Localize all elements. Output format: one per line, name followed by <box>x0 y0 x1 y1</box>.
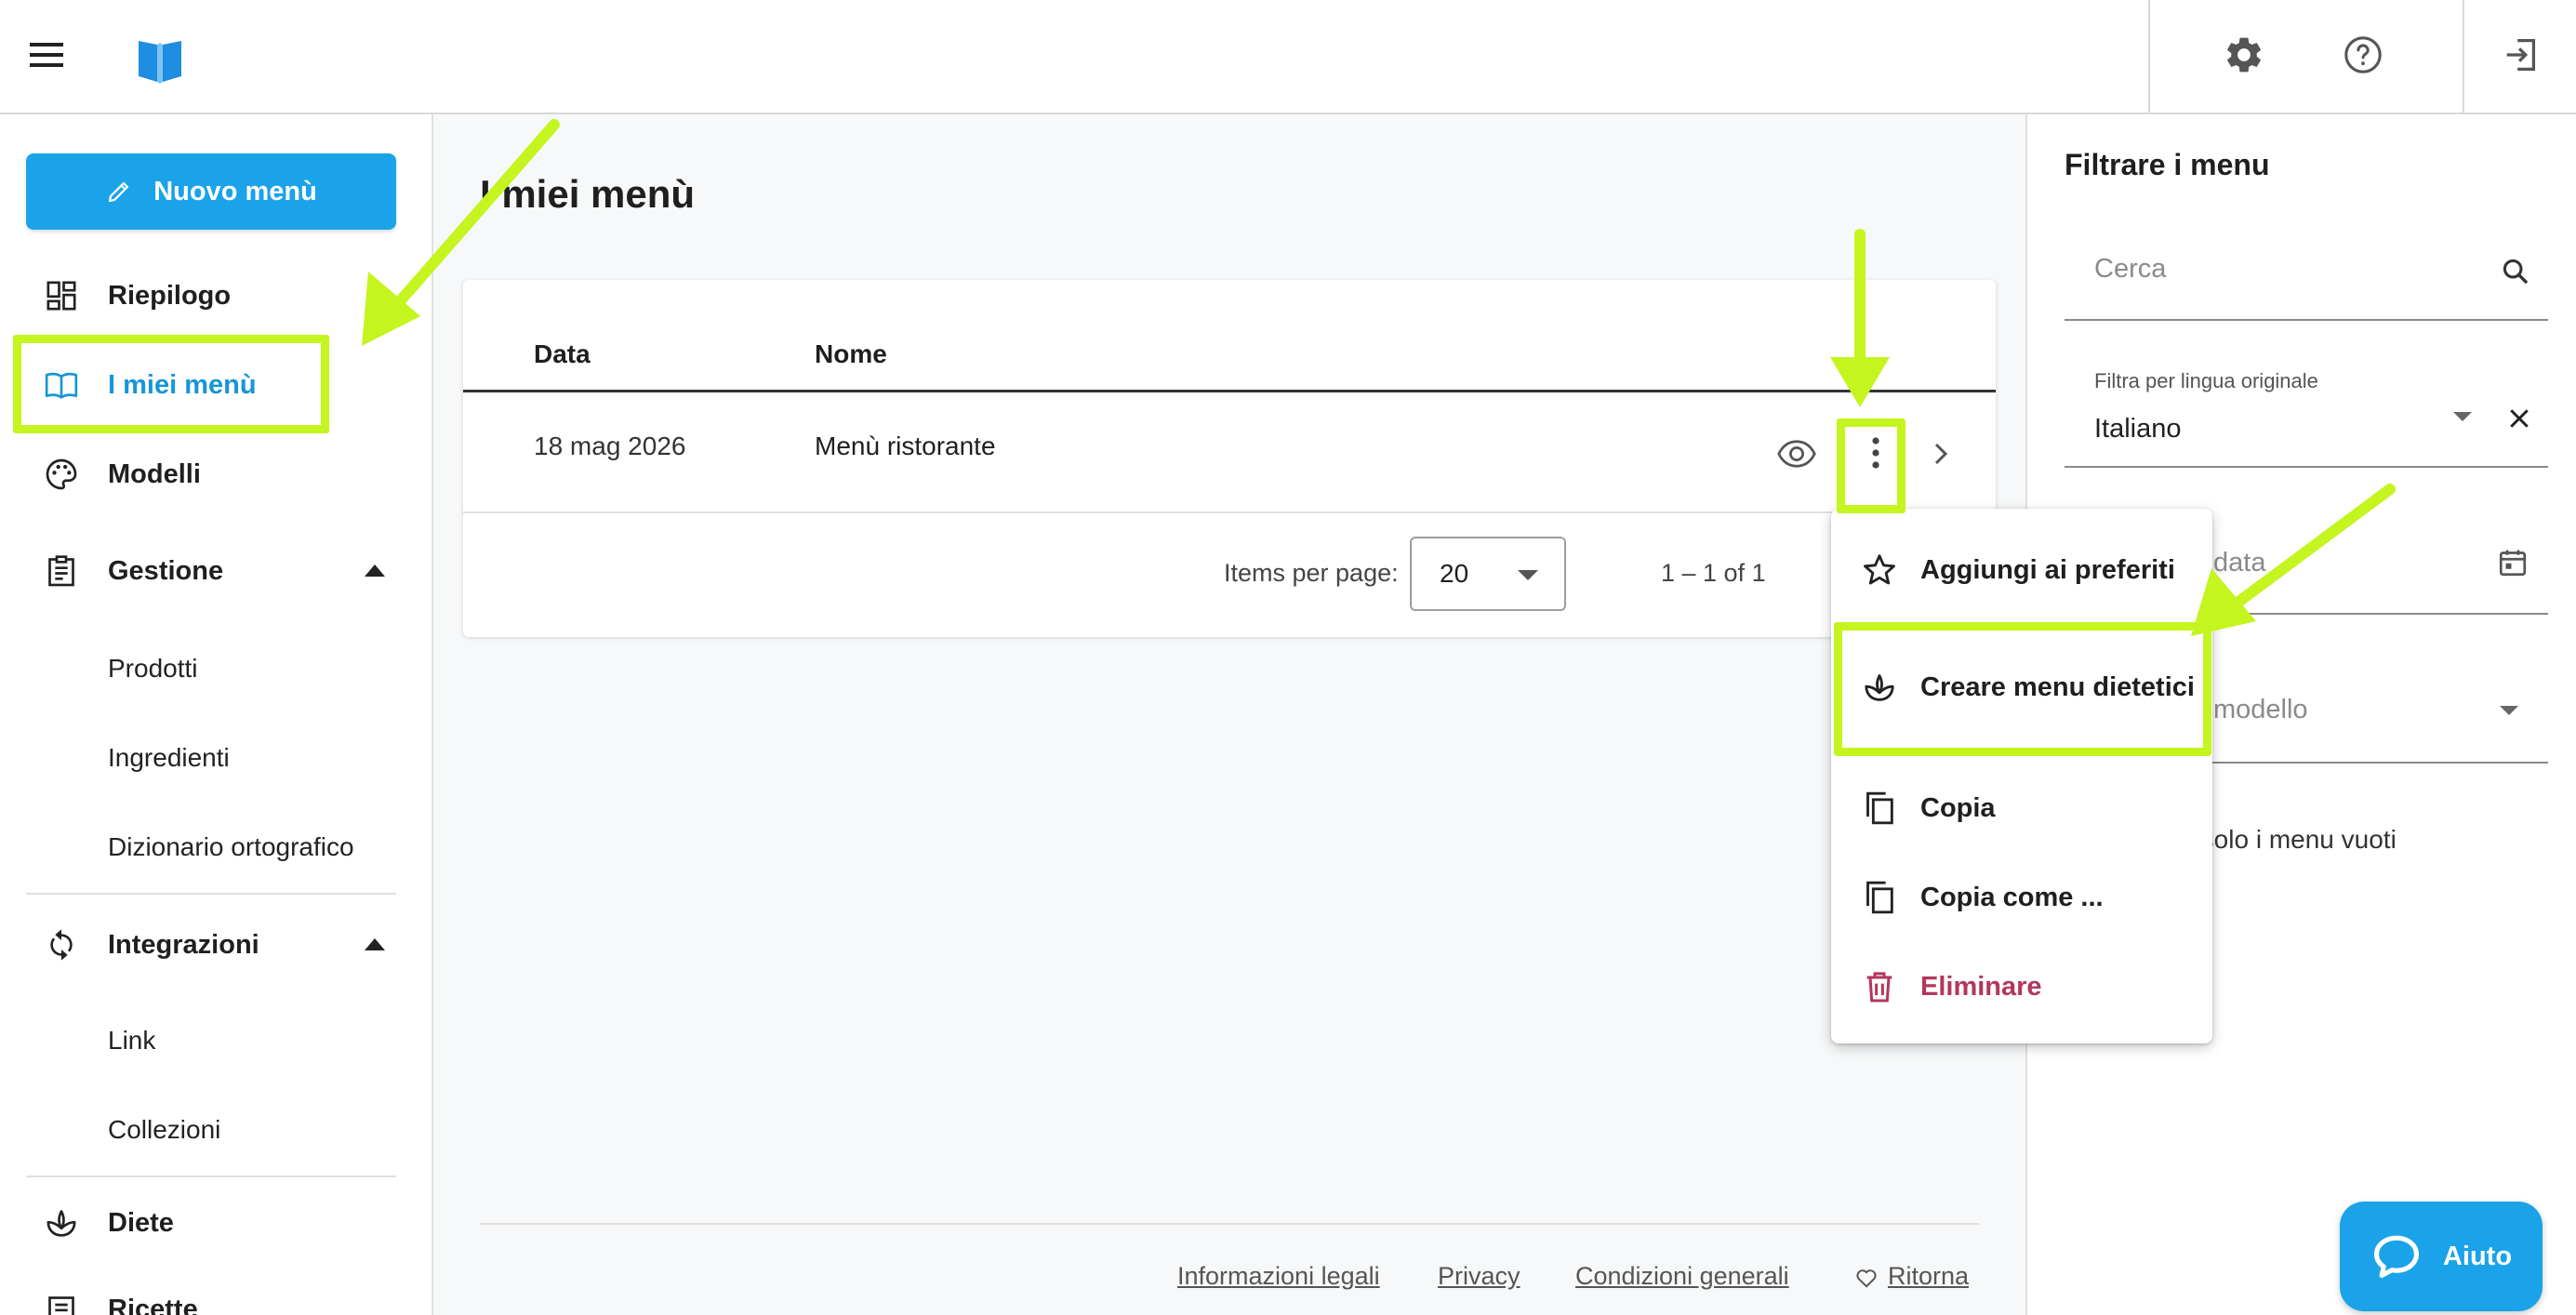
sidebar-item-label: Modelli <box>108 458 201 489</box>
copy-icon <box>1866 881 1893 914</box>
help-chat-button[interactable]: Aiuto <box>2340 1202 2543 1311</box>
page-title: I miei menù <box>480 172 696 216</box>
main-content: I miei menù Data Nome 18 mag 2026 Menù r… <box>433 114 2025 1315</box>
chat-bubble-icon <box>2373 1235 2419 1279</box>
sidebar-item-diete[interactable]: Diete <box>26 1190 407 1255</box>
chevron-right-icon[interactable] <box>1929 437 1953 471</box>
topbar-divider <box>2148 0 2150 114</box>
highlight-create-diet-menu <box>1834 622 2211 756</box>
search-input[interactable]: Cerca <box>2094 254 2166 285</box>
copy-icon <box>1866 791 1893 825</box>
book-logo-icon[interactable] <box>135 35 185 86</box>
footer-link-back[interactable]: Ritorna <box>1888 1262 1969 1291</box>
logout-icon[interactable] <box>2500 33 2543 76</box>
sidebar-item-label: Gestione <box>108 555 224 586</box>
language-filter-field[interactable]: Filtra per lingua originale Italiano <box>2065 356 2548 468</box>
footer-link-legal[interactable]: Informazioni legali <box>1177 1262 1380 1291</box>
pencil-icon <box>109 181 129 203</box>
sidebar-item-riepilogo[interactable]: Riepilogo <box>26 263 407 328</box>
new-menu-button[interactable]: Nuovo menù <box>26 153 396 230</box>
search-field[interactable]: Cerca <box>2065 217 2548 321</box>
sidebar-item-label: Integrazioni <box>108 929 259 960</box>
highlight-more-button <box>1837 418 1905 513</box>
new-menu-label: Nuovo menù <box>153 176 317 206</box>
language-filter-value: Italiano <box>2094 414 2182 444</box>
column-header-date[interactable]: Data <box>534 339 591 369</box>
sidebar-subitem-dizionario[interactable]: Dizionario ortografico <box>108 819 354 875</box>
gear-icon[interactable] <box>2223 33 2265 76</box>
help-button-label: Aiuto <box>2442 1241 2513 1271</box>
sidebar: Nuovo menù Riepilogo I miei menù Modelli… <box>0 114 433 1315</box>
sidebar-subitem-collezioni[interactable]: Collezioni <box>108 1102 220 1158</box>
dropdown-arrow-icon <box>1518 570 1538 580</box>
help-circle-icon[interactable] <box>2342 33 2384 76</box>
menu-item-label: Copia come ... <box>1920 882 2104 912</box>
highlight-my-menus <box>13 335 329 433</box>
row-name: Menù ristorante <box>815 432 996 460</box>
sidebar-subitem-link[interactable]: Link <box>108 1013 155 1069</box>
date-filter-input[interactable]: data <box>2213 548 2265 578</box>
menu-item-copy[interactable]: Copia <box>1831 764 2212 853</box>
eye-icon[interactable] <box>1776 433 1817 474</box>
caret-up-icon[interactable] <box>365 938 385 950</box>
page-range: 1 – 1 of 1 <box>1661 559 1766 587</box>
sidebar-divider <box>26 893 396 895</box>
menu-item-copy-as[interactable]: Copia come ... <box>1831 853 2212 942</box>
language-filter-label: Filtra per lingua originale <box>2094 369 2318 392</box>
sync-icon <box>50 929 73 961</box>
row-date: 18 mag 2026 <box>534 432 686 460</box>
top-bar <box>0 0 2576 114</box>
trash-icon <box>1866 972 1892 1003</box>
sidebar-subitem-prodotti[interactable]: Prodotti <box>108 641 198 697</box>
clipboard-icon <box>48 555 74 587</box>
footer-divider <box>480 1223 1979 1225</box>
sidebar-item-label: Ricette <box>108 1294 198 1315</box>
model-filter-input[interactable]: modello <box>2213 695 2308 725</box>
palette-icon <box>46 458 77 490</box>
sidebar-item-label: Diete <box>108 1207 174 1238</box>
hamburger-icon[interactable] <box>28 39 69 73</box>
sidebar-item-label: Riepilogo <box>108 280 232 311</box>
menu-item-add-favorite[interactable]: Aggiungi ai preferiti <box>1831 525 2212 615</box>
close-icon[interactable] <box>2505 405 2533 432</box>
column-header-name[interactable]: Nome <box>815 339 887 369</box>
footer-link-terms[interactable]: Condizioni generali <box>1575 1262 1789 1291</box>
menu-item-label: Eliminare <box>1920 971 2042 1002</box>
footer-link-privacy[interactable]: Privacy <box>1438 1262 1520 1291</box>
table-row[interactable]: 18 mag 2026 Menù ristorante <box>463 392 1996 513</box>
dashboard-icon <box>46 281 76 311</box>
leaf-icon <box>46 1210 76 1237</box>
filters-title: Filtrare i menu <box>2065 148 2270 181</box>
page-size-select[interactable]: 20 <box>1410 537 1566 611</box>
menu-item-label: Aggiungi ai preferiti <box>1920 554 2175 585</box>
topbar-divider <box>2463 0 2464 114</box>
dropdown-arrow-icon[interactable] <box>2500 706 2518 715</box>
menus-table-card: Data Nome 18 mag 2026 Menù ristorante It… <box>463 280 1996 637</box>
sidebar-item-ricette[interactable]: Ricette <box>26 1277 407 1315</box>
caret-up-icon[interactable] <box>365 565 385 577</box>
sidebar-item-gestione[interactable]: Gestione <box>26 538 407 604</box>
sidebar-subitem-ingredienti[interactable]: Ingredienti <box>108 730 230 786</box>
row-context-menu: Aggiungi ai preferiti Creare menu dietet… <box>1831 509 2212 1043</box>
page-size-value: 20 <box>1440 559 1469 588</box>
items-per-page-label: Items per page: <box>1224 559 1399 587</box>
calendar-icon[interactable] <box>2496 546 2530 579</box>
search-icon[interactable] <box>2500 256 2531 287</box>
recipe-icon <box>48 1296 74 1315</box>
heart-icon <box>1856 1269 1877 1288</box>
sidebar-item-integrazioni[interactable]: Integrazioni <box>26 912 407 977</box>
menu-item-label: Copia <box>1920 792 1996 823</box>
sidebar-divider <box>26 1176 396 1177</box>
dropdown-arrow-icon[interactable] <box>2453 412 2472 421</box>
star-outline-icon <box>1864 554 1895 585</box>
menu-item-delete[interactable]: Eliminare <box>1831 942 2212 1031</box>
sidebar-item-models[interactable]: Modelli <box>26 442 407 507</box>
